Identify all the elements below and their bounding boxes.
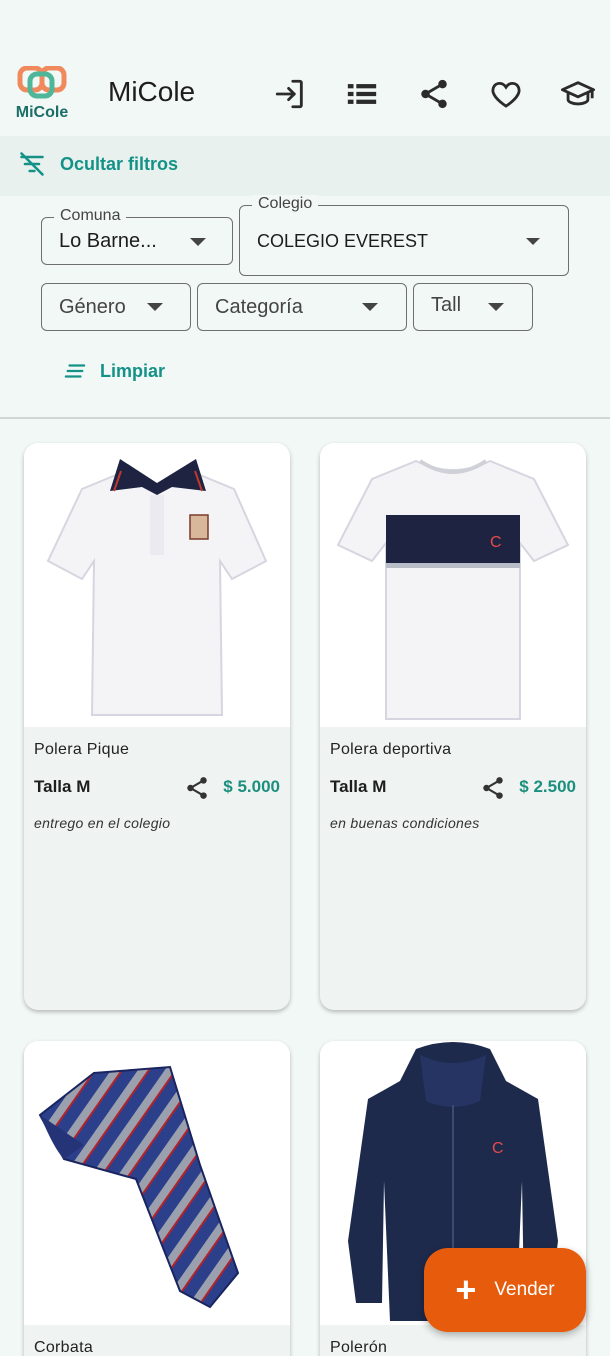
share-icon	[421, 79, 447, 109]
product-card[interactable]: C Polera deportiva Talla M $ 2.500 en bu…	[320, 443, 586, 1010]
chevron-down-icon	[362, 303, 378, 311]
product-description: en buenas condiciones	[330, 815, 480, 831]
product-image: C	[320, 443, 586, 727]
product-name: Polerón	[330, 1339, 388, 1356]
clear-all-icon	[64, 364, 86, 378]
chevron-down-icon	[526, 238, 540, 245]
product-name: Corbata	[34, 1339, 94, 1356]
school-button[interactable]	[560, 76, 596, 112]
status-bar	[0, 0, 610, 56]
hide-filters-label: Ocultar filtros	[60, 153, 179, 174]
filter-bar: Ocultar filtros	[0, 136, 610, 196]
login-icon	[275, 79, 303, 109]
share-icon[interactable]	[480, 775, 506, 801]
chevron-down-icon	[147, 303, 163, 311]
hide-filters-button[interactable]: Ocultar filtros	[18, 150, 178, 178]
login-button[interactable]	[272, 76, 308, 112]
sell-button[interactable]: + Vender	[424, 1248, 586, 1332]
share-icon[interactable]	[184, 775, 210, 801]
product-size: Talla M	[330, 777, 387, 796]
list-view-button[interactable]	[344, 76, 380, 112]
product-price: $ 5.000	[223, 777, 280, 796]
comuna-label: Comuna	[54, 207, 127, 225]
clear-filters-label: Limpiar	[100, 360, 166, 381]
toolbar-actions	[272, 76, 596, 112]
comuna-value: Lo Barne...	[59, 230, 157, 252]
logo-text: MiCole	[15, 104, 69, 121]
categoria-placeholder: Categoría	[215, 296, 303, 318]
favorites-button[interactable]	[488, 76, 524, 112]
product-size: Talla M	[34, 777, 91, 796]
chevron-down-icon	[488, 303, 504, 311]
app-logo[interactable]: MiCole	[10, 64, 74, 128]
product-name: Polera Pique	[34, 741, 130, 758]
app-title: MiCole	[108, 76, 196, 107]
sport-shirt-image: C	[336, 459, 570, 720]
clear-filters-button[interactable]: Limpiar	[64, 360, 165, 382]
svg-text:C: C	[492, 1140, 504, 1157]
colegio-value: COLEGIO EVEREST	[257, 231, 429, 251]
section-divider	[0, 417, 610, 419]
share-button[interactable]	[416, 76, 452, 112]
talla-select[interactable]: Tall	[413, 283, 533, 331]
list-icon	[347, 84, 377, 104]
logo-mark-icon	[17, 66, 67, 99]
polo-shirt-image	[46, 459, 268, 716]
plus-icon: +	[455, 1269, 477, 1310]
product-image	[24, 1041, 290, 1325]
chevron-down-icon	[190, 238, 206, 246]
heart-icon	[491, 81, 521, 108]
product-name: Polera deportiva	[330, 741, 452, 758]
product-image	[24, 443, 290, 727]
colegio-label: Colegio	[252, 195, 319, 213]
sell-button-label: Vender	[494, 1279, 555, 1300]
graduation-cap-icon	[561, 81, 595, 106]
genero-select[interactable]: Género	[41, 283, 191, 331]
colegio-select[interactable]: Colegio COLEGIO EVEREST	[239, 195, 569, 276]
categoria-select[interactable]: Categoría	[197, 283, 407, 331]
filter-off-icon	[20, 152, 44, 176]
product-card[interactable]: Polera Pique Talla M $ 5.000 entrego en …	[24, 443, 290, 1010]
product-description: entrego en el colegio	[34, 815, 171, 831]
product-card[interactable]: Corbata	[24, 1041, 290, 1356]
app-bar: MiCole MiCole	[0, 56, 610, 136]
svg-text:C: C	[490, 534, 502, 551]
tie-image	[38, 1065, 240, 1309]
product-price: $ 2.500	[519, 777, 576, 796]
comuna-select[interactable]: Comuna Lo Barne...	[41, 207, 233, 265]
talla-placeholder: Tall	[431, 294, 462, 316]
genero-placeholder: Género	[59, 296, 126, 318]
